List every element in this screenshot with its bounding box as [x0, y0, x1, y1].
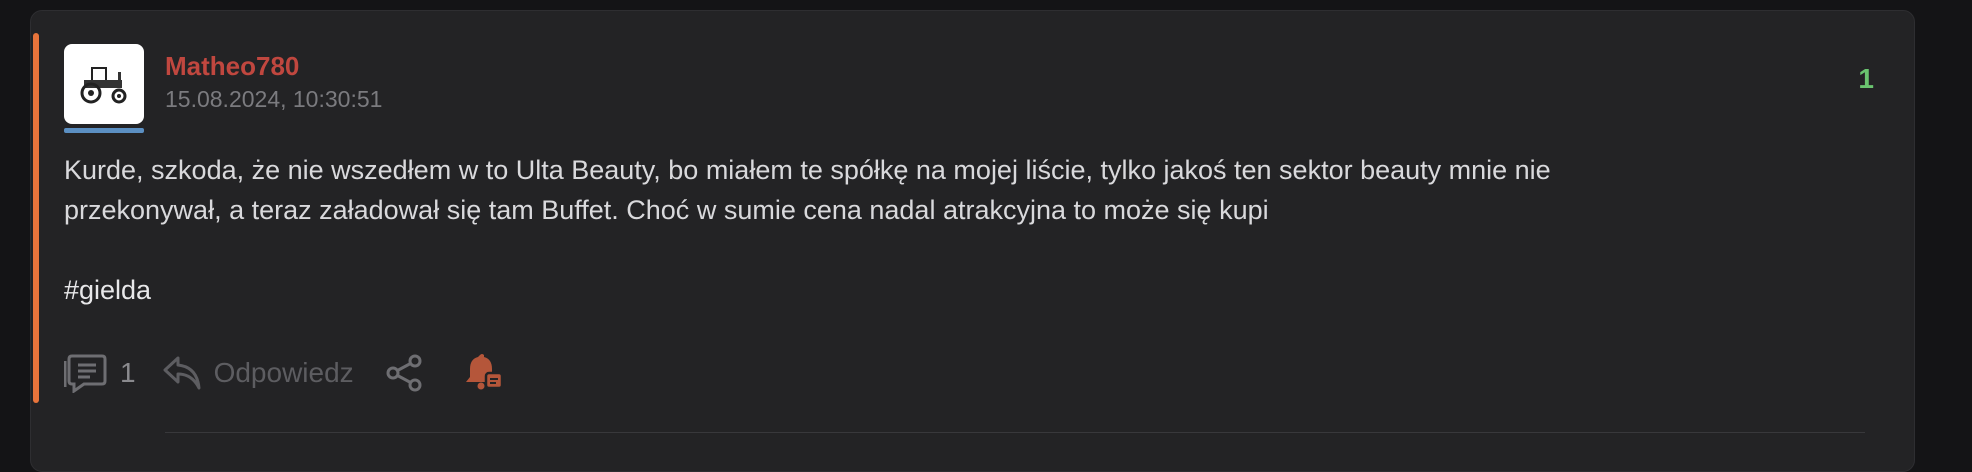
avatar[interactable]: [64, 44, 144, 124]
post-timestamp: 15.08.2024, 10:30:51: [165, 86, 383, 112]
comments-button[interactable]: 1: [64, 353, 136, 393]
share-icon: [386, 354, 422, 392]
share-button[interactable]: [384, 353, 424, 393]
bell-icon: [465, 354, 503, 390]
reply-icon: [163, 356, 201, 390]
post-author[interactable]: Matheo780: [165, 51, 299, 82]
reply-label: Odpowiedz: [213, 357, 354, 388]
notify-button[interactable]: [462, 351, 506, 395]
post-actions: 1 Odpowiedz: [64, 349, 506, 397]
post-text-line-2: przekonywał, a teraz załadował się tam B…: [64, 195, 1269, 225]
post-card: Matheo780 15.08.2024, 10:30:51 1 Kurde, …: [30, 10, 1915, 472]
comment-icon: [64, 354, 107, 393]
post-text-line-1: Kurde, szkoda, że nie wszedłem w to Ulta…: [64, 155, 1551, 185]
post-accent-bar: [33, 33, 39, 403]
post-body: Kurde, szkoda, że nie wszedłem w to Ulta…: [64, 150, 1844, 310]
avatar-underline: [64, 128, 144, 133]
reply-button[interactable]: Odpowiedz: [162, 354, 354, 392]
tractor-icon: [80, 67, 127, 104]
comment-count: 1: [120, 357, 136, 388]
vote-count[interactable]: 1: [1858, 63, 1874, 95]
post-tag[interactable]: #gielda: [64, 270, 1844, 310]
comments-divider: [165, 432, 1865, 433]
